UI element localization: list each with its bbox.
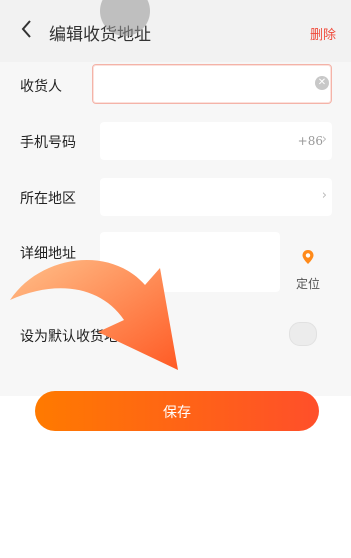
back-icon[interactable] bbox=[16, 16, 38, 42]
arrow-icon bbox=[10, 259, 178, 370]
phone-label: 手机号码 bbox=[20, 135, 76, 151]
chevron-right-icon: › bbox=[321, 188, 327, 203]
top-bar: 编辑收货地址 删除 bbox=[0, 0, 351, 62]
receiver-label: 收货人 bbox=[20, 79, 62, 95]
delete-button[interactable]: 删除 bbox=[310, 24, 336, 43]
receiver-input[interactable] bbox=[92, 64, 332, 104]
locate-button[interactable]: 定位 bbox=[290, 249, 326, 292]
region-select[interactable] bbox=[100, 178, 332, 216]
location-pin-icon bbox=[301, 250, 315, 269]
phone-prefix[interactable]: +86 bbox=[298, 134, 323, 148]
clear-icon[interactable]: ✕ bbox=[315, 76, 329, 90]
locate-label: 定位 bbox=[295, 277, 320, 291]
default-address-toggle[interactable] bbox=[289, 322, 317, 346]
chevron-right-icon: › bbox=[321, 132, 327, 147]
save-button[interactable]: 保存 bbox=[35, 391, 319, 431]
region-label: 所在地区 bbox=[20, 191, 76, 207]
